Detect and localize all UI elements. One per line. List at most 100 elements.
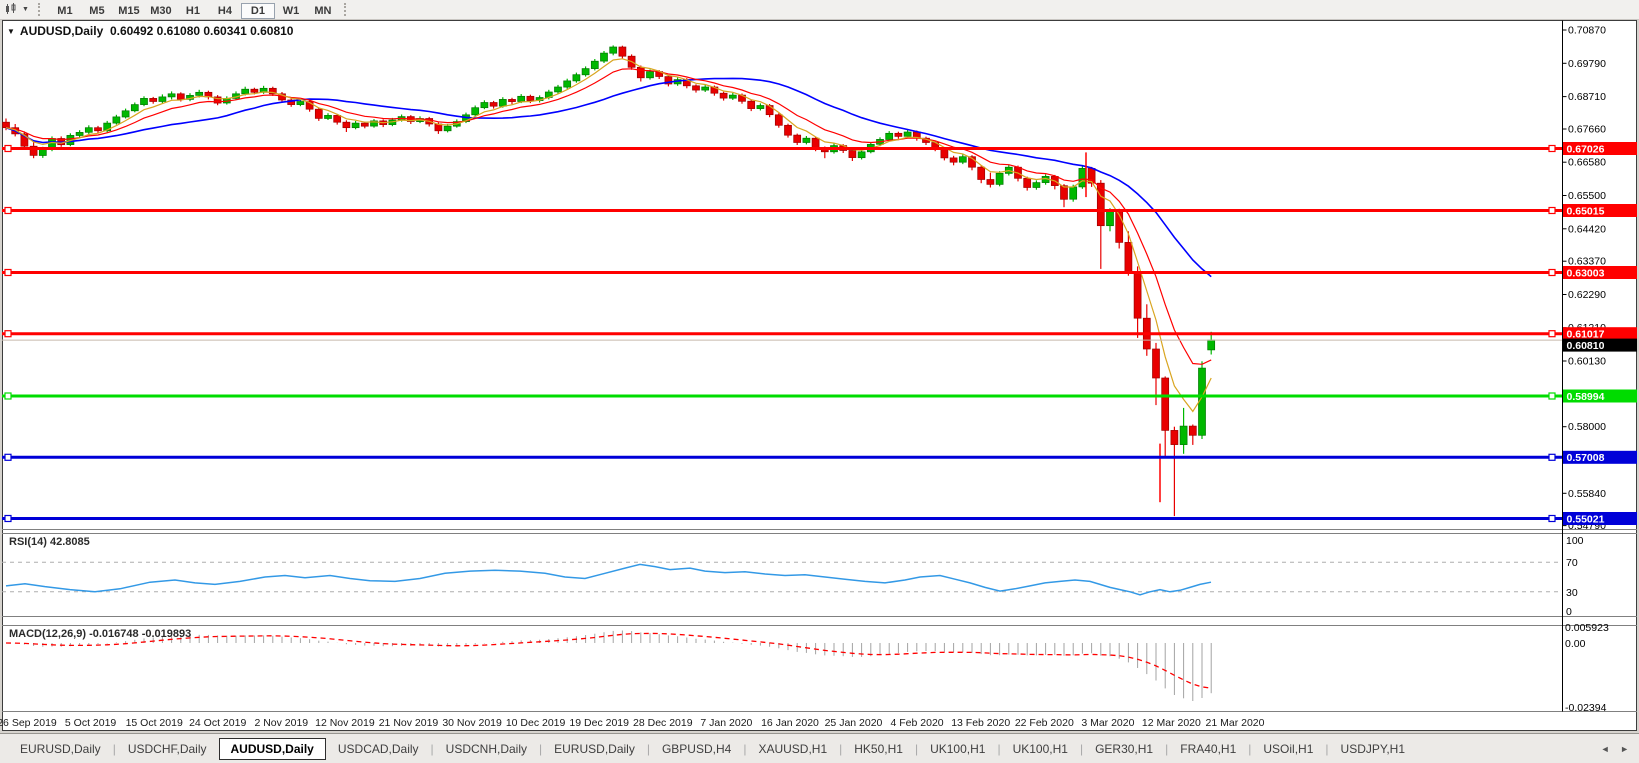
- candle-body: [471, 107, 480, 116]
- candle-body: [158, 96, 167, 102]
- candle-body: [1188, 425, 1197, 436]
- chart-style-dropdown-caret[interactable]: ▼: [22, 6, 29, 13]
- date-label: 21 Nov 2019: [379, 717, 439, 729]
- tab-audusd-daily[interactable]: AUDUSD,Daily: [218, 738, 326, 760]
- timeframe-button-d1[interactable]: D1: [240, 2, 275, 19]
- candle-body: [756, 105, 765, 109]
- level-handle[interactable]: [1548, 268, 1556, 277]
- level-handle[interactable]: [4, 392, 12, 400]
- candle-body: [1152, 348, 1160, 379]
- timeframe-button-mn[interactable]: MN: [307, 3, 339, 19]
- toolbar-grip-2[interactable]: [343, 3, 350, 16]
- date-label: 2 Nov 2019: [254, 717, 308, 729]
- date-label: 16 Jan 2020: [761, 717, 819, 729]
- timeframe-button-h4[interactable]: H4: [209, 3, 241, 19]
- candle-body: [1106, 209, 1114, 227]
- candle-body: [130, 104, 139, 112]
- rsi-axis-label: 70: [1566, 557, 1578, 569]
- date-label: 30 Nov 2019: [442, 717, 502, 729]
- level-handle[interactable]: [4, 144, 12, 153]
- candle-body: [903, 131, 912, 137]
- toolbar-grip[interactable]: [37, 3, 44, 16]
- axis-tick-label: 0.62290: [1568, 289, 1606, 301]
- timeframe-button-h1[interactable]: H1: [177, 3, 209, 19]
- collapse-icon[interactable]: ▼: [7, 27, 15, 36]
- level-handle[interactable]: [1548, 392, 1556, 400]
- candle-body: [857, 151, 866, 159]
- tab-usoil-h1[interactable]: USOil,H1: [1251, 739, 1325, 759]
- chart-style-icon[interactable]: [4, 3, 20, 16]
- candle-body: [517, 95, 526, 102]
- candle-body: [554, 86, 562, 93]
- candle-body: [995, 172, 1004, 185]
- candle-body: [692, 85, 700, 91]
- tab-gbpusd-h4[interactable]: GBPUSD,H4: [650, 739, 743, 759]
- candle-body: [572, 74, 581, 82]
- candle-body: [1170, 430, 1179, 445]
- date-label: 4 Feb 2020: [891, 717, 944, 729]
- axis-tick-label: 0.66580: [1568, 157, 1606, 169]
- date-label: 22 Feb 2020: [1015, 717, 1074, 729]
- level-handle[interactable]: [1548, 330, 1556, 338]
- candle-body: [958, 156, 967, 163]
- axis-tick-label: 0.70870: [1568, 25, 1606, 37]
- tab-hk50-h1[interactable]: HK50,H1: [842, 739, 915, 759]
- timeframe-button-m1[interactable]: M1: [49, 3, 81, 19]
- candle-body: [84, 127, 93, 133]
- level-handle[interactable]: [1548, 206, 1556, 215]
- date-label: 7 Jan 2020: [700, 717, 752, 729]
- candle-body: [793, 134, 802, 143]
- candle-body: [719, 92, 728, 99]
- tab-usdjpy-h1[interactable]: USDJPY,H1: [1329, 739, 1417, 759]
- tab-eurusd-daily[interactable]: EURUSD,Daily: [542, 739, 647, 759]
- tabs-scroll-left-icon[interactable]: ◄: [1601, 744, 1610, 754]
- level-handle[interactable]: [1548, 453, 1556, 461]
- tab-scroll-arrows: ◄ ►: [1593, 744, 1629, 754]
- tab-usdcad-daily[interactable]: USDCAD,Daily: [326, 739, 431, 759]
- timeframe-button-group: M1 M5 M15 M30 H1 H4 D1 W1 MN: [49, 1, 339, 19]
- chart-canvas: 0.70870 0.69790 0.68710 0.67660 0.66580 0.655…: [0, 20, 1637, 731]
- price-badge-label: 0.67026: [1567, 143, 1605, 155]
- level-handle[interactable]: [1548, 514, 1556, 523]
- timeframe-button-m5[interactable]: M5: [81, 3, 113, 19]
- candle-body: [848, 150, 857, 158]
- candle-body: [508, 99, 516, 102]
- tab-usdcnh-daily[interactable]: USDCNH,Daily: [434, 739, 539, 759]
- date-label: 12 Nov 2019: [315, 717, 375, 729]
- level-handle[interactable]: [4, 206, 12, 215]
- candle-body: [1078, 168, 1087, 188]
- candle-body: [167, 93, 176, 98]
- timeframe-button-w1[interactable]: W1: [275, 3, 307, 19]
- level-handle[interactable]: [4, 268, 12, 277]
- candle-body: [1207, 339, 1216, 351]
- level-handle[interactable]: [4, 514, 12, 523]
- tab-uk100-h1[interactable]: UK100,H1: [918, 739, 997, 759]
- rsi-axis-label: 100: [1566, 535, 1584, 547]
- candle-body: [802, 137, 811, 143]
- candle-body: [112, 116, 121, 124]
- timeframe-button-m30[interactable]: M30: [145, 3, 177, 19]
- tab-fra40-h1[interactable]: FRA40,H1: [1168, 739, 1248, 759]
- candle-body: [241, 88, 250, 95]
- tab-xauusd-h1[interactable]: XAUUSD,H1: [746, 739, 839, 759]
- price-badge-label: 0.58994: [1567, 391, 1605, 403]
- candle-body: [986, 179, 995, 185]
- level-handle[interactable]: [4, 330, 12, 338]
- candle-body: [784, 124, 792, 136]
- date-label: 3 Mar 2020: [1081, 717, 1134, 729]
- candle-body: [195, 91, 204, 96]
- candle-body: [563, 80, 572, 88]
- axis-tick-label: 0.69790: [1568, 58, 1606, 70]
- tabs-scroll-right-icon[interactable]: ►: [1620, 744, 1629, 754]
- level-handle[interactable]: [4, 453, 12, 461]
- tab-eurusd-daily[interactable]: EURUSD,Daily: [8, 739, 113, 759]
- tab-usdchf-daily[interactable]: USDCHF,Daily: [116, 739, 219, 759]
- tab-uk100-h1[interactable]: UK100,H1: [1001, 739, 1080, 759]
- date-label: 5 Oct 2019: [65, 717, 117, 729]
- tab-ger30-h1[interactable]: GER30,H1: [1083, 739, 1165, 759]
- level-handle[interactable]: [1548, 144, 1556, 153]
- chart-tab-bar: EURUSD,Daily | USDCHF,Daily AUDUSD,Daily USD…: [0, 733, 1639, 763]
- candle-body: [894, 132, 903, 137]
- date-label: 15 Oct 2019: [126, 717, 183, 729]
- timeframe-button-m15[interactable]: M15: [113, 3, 145, 19]
